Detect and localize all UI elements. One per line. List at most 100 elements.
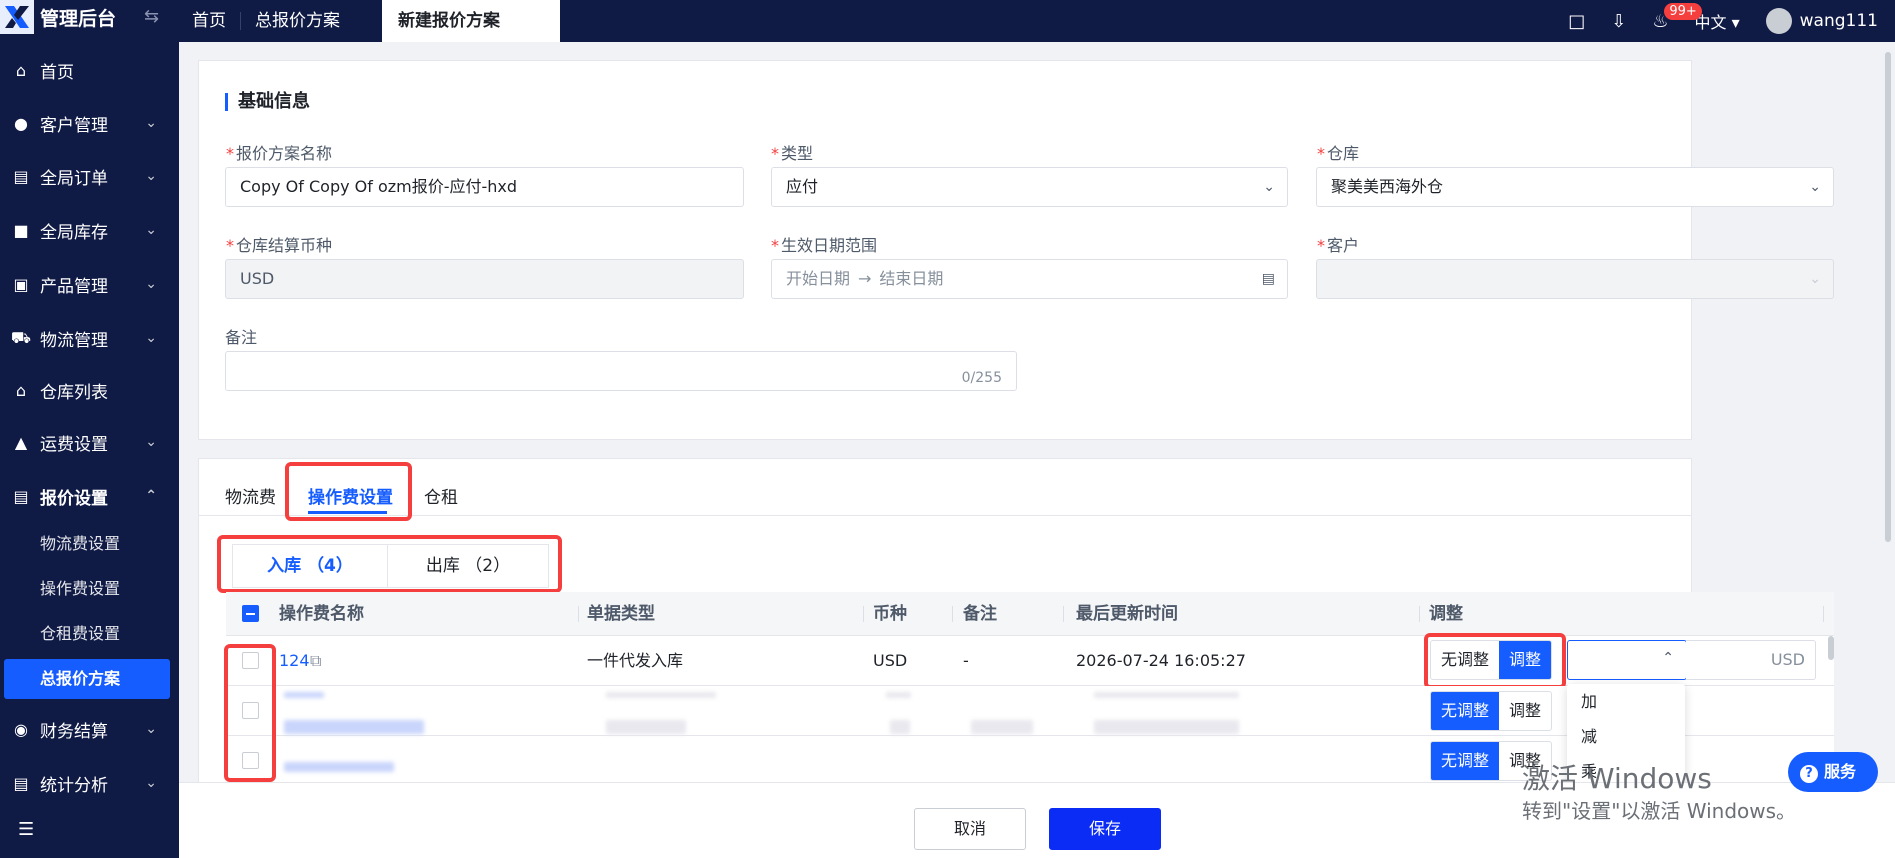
col-divider — [863, 606, 864, 622]
customer-label: * 客户 — [1317, 236, 1360, 255]
highlight-box — [224, 644, 276, 782]
chevron-down-icon: ⌄ — [1809, 179, 1821, 195]
chevron-down-icon: ⌄ — [145, 775, 157, 791]
name-label: * 报价方案名称 — [226, 144, 333, 163]
sidebar-item-orders[interactable]: ▤ 全局订单 ⌄ — [0, 156, 179, 196]
col-adjust: 调整 — [1429, 604, 1463, 624]
sidebar: ⌂ 首页 ● 客户管理 ⌄ ▤ 全局订单 ⌄ ■ 全局库存 ⌄ ▣ 产品管理 ⌄ ⛟ 物流管理 ⌄ ⌂… — [0, 42, 179, 858]
avatar[interactable] — [1765, 8, 1792, 34]
plan-name-input[interactable]: Copy Of Copy Of ozm报价-应付-hxd — [225, 167, 744, 207]
windows-activation-watermark: 激活 Windows 转到"设置"以激活 Windows。 — [1522, 762, 1797, 823]
remark-counter: 0/255 — [961, 370, 1002, 386]
sidebar-item-logistics[interactable]: ⛟ 物流管理 ⌄ — [0, 318, 179, 358]
sidebar-item-products[interactable]: ▣ 产品管理 ⌄ — [0, 264, 179, 304]
copy-icon[interactable]: ⧉ — [310, 636, 321, 686]
bell-icon[interactable]: ♨ 99+ — [1652, 2, 1702, 32]
date-range-picker[interactable]: 开始日期 → 结束日期 ▤ — [771, 259, 1288, 299]
col-currency: 币种 — [873, 604, 907, 624]
toggle-sidebar-icon[interactable]: ⇆ — [144, 6, 159, 27]
truck-icon: ⛟ — [10, 327, 32, 347]
section-title: 基础信息 — [225, 93, 310, 111]
blurred-text — [1094, 720, 1239, 734]
blurred-text — [971, 720, 1033, 734]
type-label: * 类型 — [771, 144, 814, 163]
col-divider — [1419, 606, 1420, 622]
blurred-text — [886, 692, 911, 698]
currency-label: * 仓库结算币种 — [226, 236, 333, 255]
warehouse-select[interactable]: 聚美美西海外仓 ⌄ — [1316, 167, 1834, 207]
sidebar-item-home[interactable]: ⌂ 首页 — [0, 50, 179, 90]
blurred-text — [606, 720, 686, 734]
chevron-down-icon: ⌄ — [145, 434, 157, 450]
blurred-text — [1094, 692, 1239, 698]
highlight-box — [1424, 633, 1566, 689]
adjust-type-select[interactable]: ⌃ — [1567, 640, 1687, 680]
question-icon: ? — [1800, 765, 1818, 783]
blurred-text — [284, 692, 324, 698]
col-divider — [1063, 606, 1064, 622]
option-add[interactable]: 加 — [1567, 684, 1685, 719]
adjust-amount-input[interactable]: USD — [1686, 640, 1816, 680]
option-subtract[interactable]: 减 — [1567, 719, 1685, 754]
home-icon: ⌂ — [15, 60, 27, 80]
col-divider — [952, 606, 953, 622]
adjust-option[interactable]: 调整 — [1499, 692, 1551, 730]
notification-badge: 99+ — [1664, 2, 1702, 20]
sidebar-item-statistics[interactable]: ▤ 统计分析 ⌄ — [0, 763, 179, 803]
tab-home[interactable]: 首页 — [178, 0, 240, 42]
page-scrollbar[interactable] — [1885, 52, 1891, 542]
chevron-down-icon: ⌄ — [1263, 179, 1275, 195]
sidebar-item-customers[interactable]: ● 客户管理 ⌄ — [0, 103, 179, 143]
blurred-text — [284, 720, 424, 734]
type-select[interactable]: 应付 ⌄ — [771, 167, 1288, 207]
order-icon: ▤ — [13, 166, 29, 186]
freight-icon: ▲ — [14, 432, 28, 452]
tab-new-quote-plan[interactable]: 新建报价方案 — [382, 0, 560, 42]
sidebar-item-finance[interactable]: ◉ 财务结算 ⌄ — [0, 709, 179, 749]
tab-divider-line — [198, 515, 1692, 516]
highlight-box — [217, 535, 562, 593]
chevron-down-icon: ⌄ — [145, 168, 157, 184]
tab-storage-fee[interactable]: 仓租 — [424, 483, 458, 508]
sidebar-subitem-operation-fee[interactable]: 操作费设置 — [0, 569, 179, 609]
no-adjust-option[interactable]: 无调整 — [1431, 742, 1500, 780]
table-scrollbar[interactable] — [1828, 636, 1834, 660]
currency-field: USD — [225, 259, 744, 299]
tab-logistics-fee[interactable]: 物流费 — [225, 483, 276, 508]
inbox-icon[interactable]: □ — [1568, 11, 1585, 32]
sidebar-item-quote-settings[interactable]: ▤ 报价设置 ⌃ — [0, 476, 179, 516]
username[interactable]: wang111 — [1800, 11, 1878, 31]
select-all-checkbox[interactable] — [242, 605, 259, 622]
customer-service-button[interactable]: ? 服务 — [1788, 752, 1878, 792]
col-divider — [1823, 606, 1824, 622]
col-divider — [578, 606, 579, 622]
save-button[interactable]: 保存 — [1049, 808, 1161, 850]
sidebar-item-inventory[interactable]: ■ 全局库存 ⌄ — [0, 210, 179, 250]
blurred-text — [606, 692, 716, 698]
top-bar: 管理后台 ⇆ 首页 总报价方案 新建报价方案 □ ⇩ ♨ 99+ 中文 ▾ wan… — [0, 0, 1895, 42]
menu-collapse-icon[interactable]: ☰ — [18, 819, 34, 840]
no-adjust-option[interactable]: 无调整 — [1431, 692, 1500, 730]
col-remark: 备注 — [963, 604, 997, 624]
fee-name-link[interactable]: 124 — [279, 636, 310, 686]
sidebar-item-freight[interactable]: ▲ 运费设置 ⌄ — [0, 422, 179, 462]
sidebar-subitem-total-quote[interactable]: 总报价方案 — [4, 659, 170, 699]
download-icon[interactable]: ⇩ — [1611, 11, 1626, 32]
currency-cell: USD — [873, 651, 908, 670]
chevron-down-icon: ⌄ — [145, 115, 157, 131]
app-title: 管理后台 — [40, 8, 117, 30]
chevron-down-icon: ⌄ — [145, 222, 157, 238]
tab-quote-plans[interactable]: 总报价方案 — [241, 0, 354, 42]
blurred-text — [890, 720, 910, 734]
warehouse-label: * 仓库 — [1317, 144, 1360, 163]
sidebar-item-warehouses[interactable]: ⌂ 仓库列表 — [0, 370, 179, 410]
sidebar-subitem-storage-fee[interactable]: 仓租费设置 — [0, 614, 179, 654]
sidebar-subitem-logistics-fee[interactable]: 物流费设置 — [0, 524, 179, 564]
top-bar-actions: □ ⇩ ♨ 99+ 中文 ▾ wang111 — [1568, 0, 1895, 42]
col-updated: 最后更新时间 — [1076, 604, 1178, 624]
highlight-box — [285, 462, 412, 521]
cancel-button[interactable]: 取消 — [914, 808, 1026, 850]
remark-textarea[interactable]: 0/255 — [225, 351, 1017, 391]
chevron-down-icon: ⌄ — [145, 330, 157, 346]
adjust-toggle: 无调整 调整 — [1430, 691, 1553, 731]
